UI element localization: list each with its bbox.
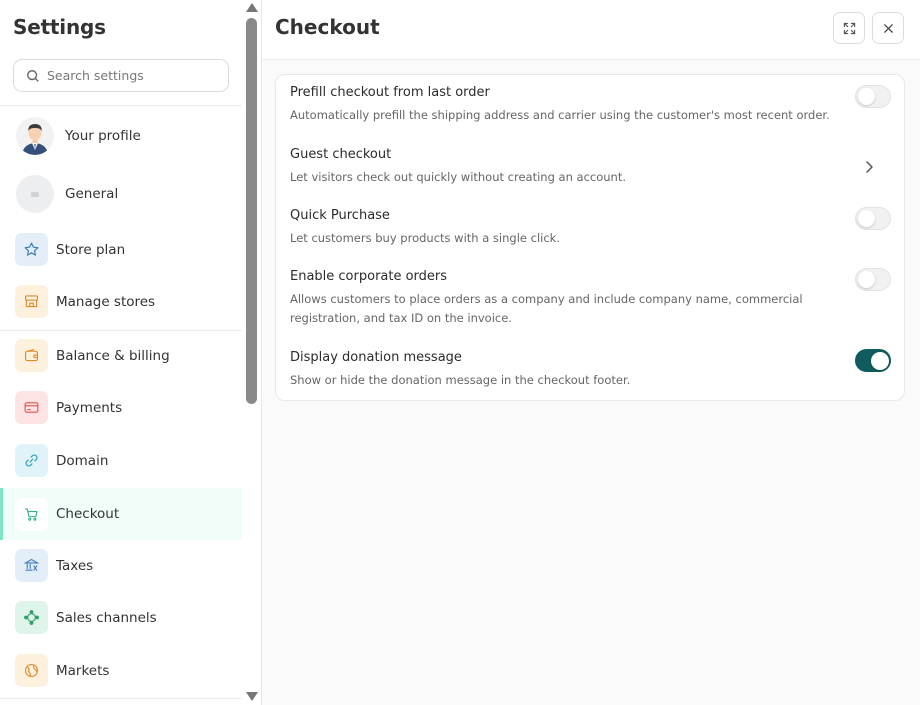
setting-title: Guest checkout (290, 147, 392, 162)
setting-row-donation-message: Display donation message Show or hide th… (290, 349, 891, 390)
checkout-settings-panel: Checkout Prefill checkout from last orde… (262, 0, 920, 705)
panel-header: Checkout (262, 0, 920, 60)
sidebar-item-general[interactable]: General (0, 173, 242, 215)
page-title: Checkout (275, 15, 380, 39)
toggle-knob (871, 351, 889, 370)
scroll-up-arrow-icon[interactable] (246, 3, 258, 12)
store-plan-icon-box (15, 233, 48, 266)
sidebar-divider (0, 698, 242, 699)
sidebar-item-label: Balance & billing (56, 347, 170, 364)
sidebar-item-label: Checkout (56, 506, 120, 522)
sidebar-item-label: Domain (56, 452, 109, 469)
prefill-toggle[interactable] (855, 85, 891, 108)
sidebar-divider (0, 105, 242, 106)
settings-sidebar: Settings Your profile General (0, 0, 262, 705)
sidebar-scrollbar-thumb[interactable] (246, 18, 257, 404)
sales-channels-icon-box (15, 601, 48, 634)
sidebar-item-label: Taxes (56, 557, 94, 574)
search-box[interactable] (13, 59, 229, 92)
user-avatar-icon (16, 117, 54, 155)
setting-title: Prefill checkout from last order (290, 85, 490, 100)
setting-description: Let customers buy products with a single… (290, 231, 560, 245)
expand-button[interactable] (833, 12, 865, 44)
chevron-right-icon[interactable] (864, 160, 874, 174)
toggle-knob (858, 210, 875, 227)
store-logo (16, 175, 54, 213)
avatar (16, 117, 54, 155)
expand-icon (843, 22, 855, 34)
setting-row-prefill: Prefill checkout from last order Automat… (290, 85, 891, 125)
bank-tax-icon (23, 558, 40, 571)
sidebar-title: Settings (13, 15, 106, 39)
setting-row-quick-purchase: Quick Purchase Let customers buy product… (290, 207, 891, 248)
sidebar-item-label: General (65, 186, 119, 202)
sidebar-item-markets[interactable]: Markets (0, 653, 242, 688)
store-icon (24, 295, 39, 308)
sidebar-item-label: Store plan (56, 241, 126, 258)
payments-icon-box (15, 391, 48, 424)
corporate-orders-toggle[interactable] (855, 268, 891, 291)
setting-description: Automatically prefill the shipping addre… (290, 108, 830, 122)
sidebar-item-label: Your profile (65, 128, 141, 144)
search-icon (27, 69, 39, 82)
shopping-cart-icon (25, 507, 38, 521)
globe-icon (24, 663, 39, 678)
sidebar-divider (0, 330, 242, 331)
taxes-icon-box (15, 549, 48, 582)
credit-card-icon (24, 402, 39, 413)
sidebar-item-label: Markets (56, 662, 110, 679)
setting-description: Let visitors check out quickly without c… (290, 170, 627, 184)
sidebar-item-label: Sales channels (56, 609, 157, 626)
sidebar-item-store-plan[interactable]: Store plan (0, 232, 242, 267)
link-icon (25, 454, 38, 467)
sidebar-item-label: Payments (56, 399, 123, 416)
close-button[interactable] (872, 12, 904, 44)
balance-icon-box (15, 339, 48, 372)
channels-icon (24, 610, 39, 625)
wallet-icon (24, 349, 39, 362)
sidebar-item-manage-stores[interactable]: Manage stores (0, 284, 242, 319)
setting-title: Quick Purchase (290, 208, 390, 223)
store-logo-icon (31, 192, 39, 197)
donation-message-toggle[interactable] (855, 349, 891, 372)
setting-description: Allows customers to place orders as a co… (290, 292, 803, 325)
sidebar-item-domain[interactable]: Domain (0, 443, 242, 478)
sidebar-item-balance-billing[interactable]: Balance & billing (0, 338, 242, 373)
setting-row-guest-checkout[interactable]: Guest checkout Let visitors check out qu… (290, 147, 890, 187)
setting-description: Show or hide the donation message in the… (290, 373, 631, 387)
close-icon (883, 23, 893, 33)
sidebar-item-taxes[interactable]: Taxes (0, 548, 242, 583)
toggle-knob (858, 88, 875, 105)
sidebar-item-label: Manage stores (56, 293, 156, 310)
setting-title: Enable corporate orders (290, 269, 448, 284)
setting-row-corporate-orders: Enable corporate orders Allows customers… (290, 268, 891, 328)
search-input[interactable] (47, 68, 222, 83)
manage-stores-icon-box (15, 285, 48, 318)
sidebar-item-payments[interactable]: Payments (0, 390, 242, 425)
star-icon (24, 242, 39, 256)
sidebar-item-your-profile[interactable]: Your profile (0, 114, 242, 158)
quick-purchase-toggle[interactable] (855, 207, 891, 230)
sidebar-item-sales-channels[interactable]: Sales channels (0, 600, 242, 635)
toggle-knob (858, 271, 875, 288)
setting-title: Display donation message (290, 350, 462, 365)
markets-icon-box (15, 654, 48, 687)
checkout-icon-box (15, 497, 48, 531)
domain-icon-box (15, 444, 48, 477)
scroll-down-arrow-icon[interactable] (246, 692, 258, 701)
sidebar-item-checkout[interactable]: Checkout (0, 488, 242, 540)
checkout-settings-card: Prefill checkout from last order Automat… (275, 74, 905, 401)
